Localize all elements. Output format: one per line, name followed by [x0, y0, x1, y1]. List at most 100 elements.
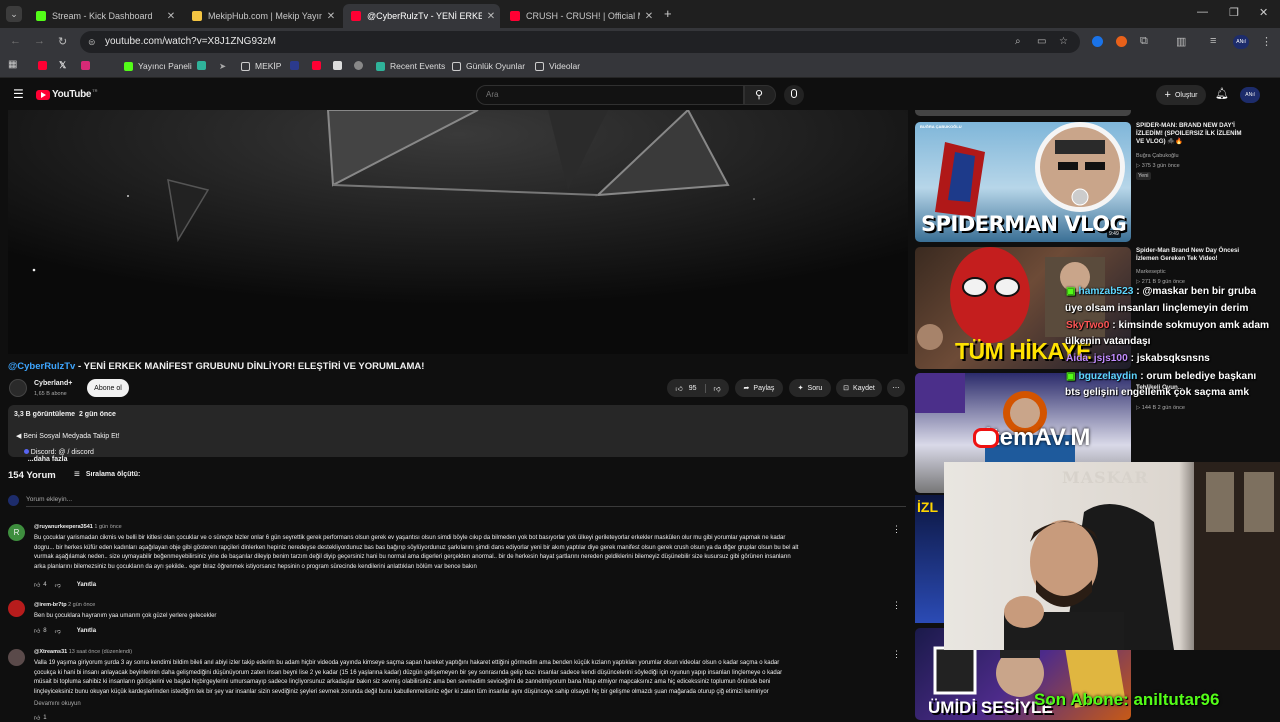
thumbs-up-icon[interactable]: 👍︎ [34, 714, 40, 722]
comment-menu-icon[interactable]: ⋮ [892, 600, 901, 611]
youtube-logo[interactable]: YouTube TR [36, 88, 98, 100]
bookmark-mekip[interactable]: MEKİP [241, 61, 281, 71]
address-bar[interactable]: ⊜ youtube.com/watch?v=X8J1ZNG93zM ⌕ ▭ ☆ [80, 31, 1080, 53]
bookmark-arrow[interactable]: ➤ [219, 61, 226, 72]
comment-avatar[interactable] [8, 649, 25, 666]
bookmark-youtube[interactable] [312, 61, 326, 70]
description-box[interactable]: 3,3 B görüntüleme 2 gün önce ◀ Beni Sosy… [8, 405, 908, 463]
thumbs-up-icon[interactable]: 👍︎ [34, 581, 40, 589]
tab-crush-music[interactable]: CRUSH - CRUSH! | Official Musi ✕ [502, 4, 658, 28]
comment-menu-icon[interactable]: ⋮ [892, 649, 901, 660]
comment-menu-icon[interactable]: ⋮ [892, 524, 901, 535]
close-icon[interactable]: ✕ [162, 11, 180, 22]
new-tab-button[interactable]: + [664, 6, 672, 21]
minimize-icon[interactable]: — [1197, 6, 1208, 18]
hamburger-menu-icon[interactable]: ☰ [13, 87, 24, 101]
comment-avatar[interactable] [8, 600, 25, 617]
subscribe-button[interactable]: Abone ol [87, 379, 129, 397]
thumbs-down-icon[interactable]: 👎︎ [55, 627, 61, 635]
share-button[interactable]: ➦ Paylaş [735, 379, 783, 397]
video-title[interactable]: Spider-Man Brand New Day Öncesi İzlemen … [1136, 247, 1239, 263]
bookmark-x[interactable]: 𝕏 [59, 60, 66, 71]
sort-button[interactable]: ≡ Sıralama ölçütü: [74, 469, 140, 480]
account-avatar[interactable]: ANıl [1240, 87, 1260, 103]
profile-avatar[interactable]: ANıl [1233, 35, 1249, 49]
reload-icon[interactable]: ↻ [58, 35, 67, 48]
save-button[interactable]: ⊡ Kaydet [836, 379, 882, 397]
close-icon[interactable]: ✕ [322, 11, 340, 22]
comment-like-count: 8 [43, 628, 47, 634]
channel-avatar[interactable] [9, 379, 27, 397]
video-channel[interactable]: Markeseptic [1136, 268, 1166, 276]
ask-button[interactable]: ✦ Soru [789, 379, 831, 397]
show-more-link[interactable]: ...daha fazla [28, 456, 68, 463]
reply-button[interactable]: Yanıtla [77, 582, 96, 588]
bookmark-app[interactable] [354, 61, 368, 70]
restore-icon[interactable]: ❐ [1229, 6, 1239, 19]
add-comment-input[interactable]: Yorum ekleyin... [26, 496, 906, 507]
discord-link[interactable]: @ / discord [56, 449, 94, 456]
search-button[interactable]: ⚲ [744, 85, 776, 105]
tab-search-icon[interactable]: ⌄ [6, 6, 22, 22]
cast-icon[interactable]: ▭ [1037, 31, 1046, 53]
video-thumbnail[interactable] [915, 110, 1131, 116]
bookmark-app[interactable] [290, 61, 304, 70]
reply-button[interactable]: Yanıtla [77, 628, 96, 634]
read-more-link[interactable]: Devamını okuyun [34, 701, 81, 707]
voice-search-button[interactable] [784, 85, 804, 105]
thumbs-up-icon[interactable]: 👍︎ [34, 627, 40, 635]
bookmark-yayinci-paneli[interactable]: Yayıncı Paneli [124, 61, 192, 71]
tab-mekiphub[interactable]: MekipHub.com | Mekip Yayıncı ✕ [184, 4, 340, 28]
video-thumbnail[interactable]: BUĞRA ÇABUKOĞLU SPIDERMAN VLOG 9:49 [915, 122, 1131, 242]
comment-author[interactable]: @irem-br7tp 2 gün önce [34, 602, 95, 608]
create-button[interactable]: + Oluştur [1156, 85, 1206, 105]
bookmark-recent-events[interactable]: Recent Events [376, 61, 445, 71]
comment-avatar[interactable]: R [8, 524, 25, 541]
apps-grid-icon[interactable]: ▦ [8, 59, 17, 70]
bookmark-instagram[interactable] [81, 61, 95, 70]
more-actions-button[interactable]: ⋯ [887, 379, 905, 397]
comment-author[interactable]: @Xtreams31 13 saat önce (düzenlendi) [34, 649, 132, 655]
channel-hashtag-link[interactable]: @CyberRulzTv [8, 361, 75, 372]
app-icon [290, 61, 299, 70]
like-button[interactable]: 👍︎ 95 [675, 383, 706, 393]
close-icon[interactable]: ✕ [640, 11, 658, 22]
tab-youtube-current[interactable]: @CyberRulzTv - YENİ ERKEK M ✕ [343, 4, 500, 28]
menu-dots-icon[interactable]: ⋮ [1261, 35, 1272, 48]
video-player[interactable] [8, 110, 908, 354]
tab-kick-dashboard[interactable]: Stream - Kick Dashboard ✕ [28, 4, 180, 28]
media-controls-icon[interactable]: ≡ [1210, 35, 1216, 47]
bookmark-star-icon[interactable]: ☆ [1059, 31, 1068, 53]
back-icon[interactable]: ← [10, 35, 21, 47]
author-handle[interactable]: @irem-br7tp [34, 602, 67, 608]
comment-author[interactable]: @ruyanurkeepera3541 1 gün önce [34, 524, 122, 530]
comment-actions: 👍︎ 1 [34, 714, 47, 722]
bookmark-youtube[interactable] [38, 61, 52, 70]
extensions-puzzle-icon[interactable]: ⧉ [1140, 35, 1148, 48]
video-channel[interactable]: Buğra Çabukoğlu [1136, 152, 1179, 160]
side-panel-icon[interactable]: ▥ [1176, 35, 1186, 48]
comment-line: linçleyiceksiniz bunu okuyan küçük karde… [34, 689, 769, 696]
bookmark-twitch[interactable] [197, 61, 211, 70]
bookmark-gunluk-oyunlar[interactable]: Günlük Oyunlar [452, 61, 525, 71]
bookmark-videolar[interactable]: Videolar [535, 61, 580, 71]
forward-icon[interactable]: → [34, 35, 45, 47]
bookmark-image[interactable] [333, 61, 347, 70]
notifications-bell-icon[interactable]: 🔔︎ [1215, 87, 1229, 100]
search-input[interactable]: Ara [476, 85, 744, 105]
channel-name[interactable]: Cyberland+ [34, 380, 72, 387]
video-title[interactable]: SPIDER-MAN: BRAND NEW DAY'İ İZLEDİM! (SP… [1136, 122, 1242, 147]
thumbs-down-icon[interactable]: 👎︎ [55, 581, 61, 589]
site-info-icon[interactable]: ⊜ [88, 31, 96, 53]
close-icon[interactable]: ✕ [482, 11, 500, 22]
like-count: 95 [688, 384, 697, 392]
author-handle[interactable]: @Xtreams31 [34, 649, 67, 655]
author-handle[interactable]: @ruyanurkeepera3541 [34, 524, 93, 530]
thumbs-down-icon[interactable]: 👎︎ [710, 384, 721, 393]
zoom-icon[interactable]: ⌕ [1015, 31, 1021, 53]
subscribe-label: Abone ol [94, 384, 122, 392]
window-close-icon[interactable]: ✕ [1259, 6, 1268, 19]
extension-icon[interactable] [1092, 36, 1103, 47]
extension-icon[interactable] [1116, 36, 1127, 47]
chat-message: üye olsam insanları linçlemeyin derim [1065, 303, 1249, 314]
